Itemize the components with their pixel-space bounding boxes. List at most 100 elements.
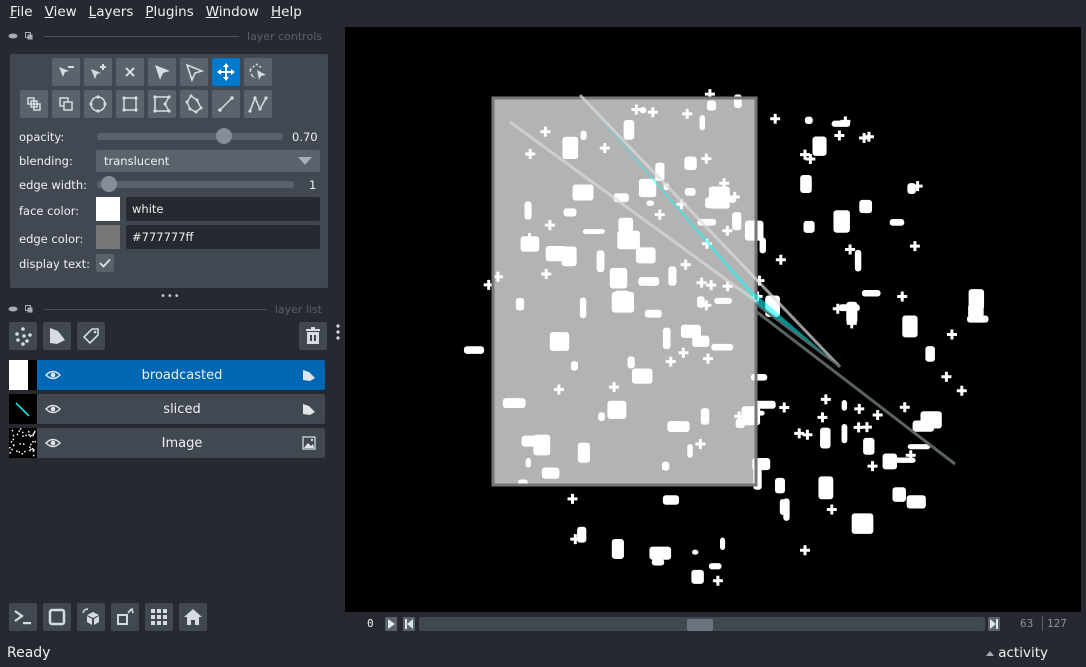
image-blob	[907, 183, 916, 195]
lasso-select-button[interactable]	[244, 58, 272, 86]
image-blob	[800, 175, 812, 193]
home-button[interactable]	[179, 603, 207, 631]
image-blob	[818, 476, 834, 500]
close-dock-icon[interactable]	[24, 305, 34, 313]
step-forward-button[interactable]	[988, 617, 1000, 631]
points-icon	[15, 327, 32, 346]
layer-list-title: layer list	[274, 302, 322, 316]
image-blob	[712, 575, 723, 586]
play-button[interactable]	[385, 617, 397, 631]
new-shapes-layer-button[interactable]	[43, 322, 71, 350]
delete-layer-button[interactable]	[299, 322, 327, 350]
delete-shape-button[interactable]	[116, 58, 144, 86]
pan-zoom-button[interactable]	[212, 58, 240, 86]
eye-icon[interactable]	[45, 436, 61, 450]
home-icon	[184, 609, 202, 625]
menu-view[interactable]: View	[39, 4, 83, 20]
thumbnail-dot	[25, 434, 27, 437]
menu-file[interactable]: File	[4, 4, 39, 20]
add-path-button[interactable]	[244, 90, 272, 118]
add-polygon-lasso-button[interactable]	[180, 90, 208, 118]
dims-slider-track[interactable]	[419, 617, 985, 631]
edge-color-input[interactable]: #777777ff	[126, 225, 320, 249]
opacity-slider-handle[interactable]	[216, 128, 232, 144]
thumbnail-dot	[22, 435, 24, 437]
close-dock-icon[interactable]	[24, 32, 34, 40]
shapes-layer-icon	[303, 404, 315, 415]
dock-splitter-handle[interactable]: •••	[160, 291, 181, 302]
blending-label: blending:	[19, 154, 73, 168]
canvas-render[interactable]	[345, 27, 1081, 612]
caret-up-icon	[986, 650, 995, 656]
image-blob	[817, 412, 828, 423]
image-blob	[804, 116, 813, 124]
face-color-input[interactable]: white	[126, 197, 320, 221]
opacity-label: opacity:	[19, 130, 65, 144]
direct-select-button[interactable]	[180, 58, 208, 86]
thumbnail-dot	[32, 434, 34, 437]
transpose-dimensions-button[interactable]	[111, 603, 139, 631]
thumbnail-dot	[16, 433, 19, 436]
dims-current-value[interactable]: 63	[1020, 617, 1033, 630]
menu-window[interactable]: Window	[200, 4, 265, 20]
menu-bar: File View Layers Plugins Window Help	[0, 0, 1086, 24]
remove-vertex-button[interactable]	[52, 58, 80, 86]
thumbnail-dot	[18, 451, 21, 453]
add-line-button[interactable]	[212, 90, 240, 118]
dims-start-label: 0	[367, 617, 374, 630]
ndisplay-button[interactable]	[43, 603, 71, 631]
image-blob	[820, 394, 831, 405]
image-blob	[463, 346, 485, 354]
edge-width-slider[interactable]	[97, 176, 294, 192]
thumbnail-dot	[13, 444, 15, 447]
thumbnail-dot	[33, 432, 35, 434]
layer-item-broadcasted[interactable]: broadcasted	[9, 360, 325, 390]
activity-button[interactable]: activity	[986, 645, 1048, 661]
layer-item-sliced[interactable]: sliced	[9, 394, 325, 424]
thumbnail-dot	[28, 434, 30, 436]
tool-row-1	[52, 58, 272, 86]
grid-view-button[interactable]	[145, 603, 173, 631]
image-blob	[757, 410, 765, 416]
edge-color-swatch[interactable]	[96, 225, 120, 249]
dims-slider-handle[interactable]	[686, 619, 713, 631]
roll-dimensions-button[interactable]	[77, 603, 105, 631]
dims-slider-bar: 0 63 127	[345, 614, 1086, 636]
image-blob	[897, 291, 908, 302]
step-back-button[interactable]	[403, 617, 415, 631]
edge-color-label: edge color:	[19, 232, 84, 246]
move-back-button[interactable]	[20, 90, 48, 118]
blending-dropdown[interactable]: translucent	[96, 150, 320, 172]
menu-help[interactable]: Help	[265, 4, 308, 20]
eye-icon[interactable]	[45, 368, 61, 382]
display-text-checkbox[interactable]	[96, 254, 114, 272]
new-points-layer-button[interactable]	[9, 322, 37, 350]
image-blob	[854, 403, 865, 414]
image-blob	[941, 371, 952, 382]
select-button[interactable]	[148, 58, 176, 86]
float-dock-icon[interactable]	[8, 32, 18, 40]
menu-plugins[interactable]: Plugins	[139, 4, 199, 20]
face-color-swatch[interactable]	[96, 197, 120, 221]
viewer-canvas[interactable]	[345, 27, 1081, 612]
opacity-slider[interactable]	[97, 128, 283, 144]
add-rectangle-button[interactable]	[116, 90, 144, 118]
blending-value: translucent	[104, 154, 170, 168]
layer-item-image[interactable]: Image	[9, 428, 325, 458]
move-front-button[interactable]	[52, 90, 80, 118]
new-labels-layer-button[interactable]	[77, 322, 105, 350]
add-polygon-button[interactable]	[148, 90, 176, 118]
checkmark-icon	[99, 258, 111, 268]
layer-controls-panel: opacity: 0.70 blending: translucent edge…	[10, 54, 328, 288]
edge-width-slider-handle[interactable]	[101, 176, 117, 192]
add-ellipse-button[interactable]	[84, 90, 112, 118]
console-button[interactable]	[9, 603, 37, 631]
menu-layers[interactable]: Layers	[83, 4, 140, 20]
add-vertex-button[interactable]	[84, 58, 112, 86]
more-options-icon[interactable]	[334, 323, 342, 343]
terminal-icon	[14, 610, 31, 625]
thumbnail-dot	[11, 429, 14, 432]
float-dock-icon[interactable]	[8, 305, 18, 313]
image-layer-icon	[302, 436, 316, 450]
eye-icon[interactable]	[45, 402, 61, 416]
